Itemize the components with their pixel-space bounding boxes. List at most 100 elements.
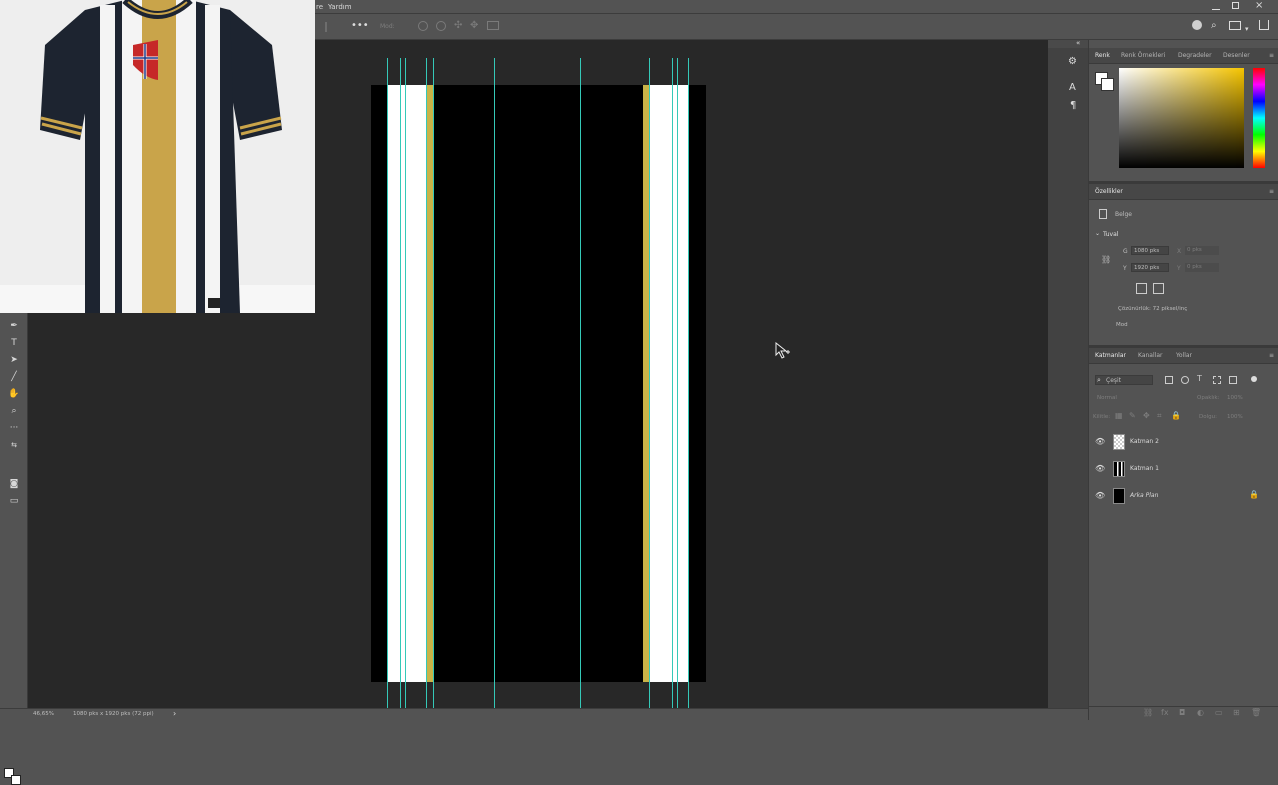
guide-line[interactable] [426, 58, 427, 708]
panel-menu-icon[interactable]: ≡ [1269, 52, 1274, 59]
menu-item-edit[interactable]: re [316, 3, 323, 11]
pen-icon[interactable]: ✒ [6, 319, 22, 333]
guide-line[interactable] [580, 58, 581, 708]
filter-smart-object-icon[interactable] [1229, 376, 1237, 384]
layer-row[interactable]: 👁 Katman 2 [1089, 432, 1278, 452]
guide-line[interactable] [433, 58, 434, 708]
document-canvas[interactable] [371, 85, 706, 682]
filter-toggle[interactable] [1251, 376, 1257, 382]
line-icon[interactable]: ╱ [6, 370, 22, 384]
canvas-height-field[interactable]: 1920 pks [1131, 263, 1169, 272]
canvas-y-field[interactable]: 0 pks [1185, 263, 1219, 272]
dock-header[interactable] [1048, 40, 1088, 48]
guide-line[interactable] [677, 58, 678, 708]
character-icon[interactable]: A [1069, 82, 1076, 93]
export-icon[interactable] [1259, 20, 1269, 30]
lock-transparent-icon[interactable]: ▦ [1115, 411, 1123, 420]
eye-icon[interactable]: 👁 [1095, 465, 1105, 473]
panel-menu-icon[interactable]: ≡ [1269, 352, 1274, 359]
panel-menu-icon[interactable]: ≡ [1269, 188, 1274, 195]
slide-3d-icon[interactable]: ✥ [470, 20, 478, 31]
filter-pixel-icon[interactable] [1165, 376, 1173, 384]
tab-swatches[interactable]: Renk Örnekleri [1121, 52, 1165, 59]
drag-3d-icon[interactable]: ✣ [454, 20, 462, 31]
tab-channels[interactable]: Kanallar [1138, 352, 1162, 359]
guide-line[interactable] [400, 58, 401, 708]
landscape-orientation-icon[interactable] [1153, 283, 1164, 294]
lock-image-icon[interactable]: ✎ [1129, 411, 1136, 420]
layer-row[interactable]: 👁 Katman 1 [1089, 459, 1278, 479]
tab-paths[interactable]: Yollar [1176, 352, 1192, 359]
background-color[interactable] [1101, 78, 1114, 91]
scale-3d-icon[interactable] [487, 21, 499, 30]
guide-line[interactable] [688, 58, 689, 708]
layer-row[interactable]: 👁 Arka Plan 🔒 [1089, 486, 1278, 506]
tab-patterns[interactable]: Desenler [1223, 52, 1250, 59]
guide-line[interactable] [387, 58, 388, 708]
tab-layers[interactable]: Katmanlar [1095, 352, 1126, 359]
zoom-level[interactable]: 46,65% [33, 711, 54, 717]
link-layers-icon[interactable]: ⛓ [1143, 708, 1153, 717]
canvas-x-field[interactable]: 0 pks [1185, 246, 1219, 255]
filter-shape-icon[interactable] [1213, 376, 1221, 384]
status-menu-arrow[interactable]: › [173, 709, 176, 718]
filter-adjustment-icon[interactable] [1181, 376, 1189, 384]
layer-name[interactable]: Katman 1 [1130, 465, 1159, 472]
path-select-icon[interactable]: ➤ [6, 353, 22, 367]
hand-icon[interactable]: ✋ [6, 387, 22, 401]
hue-slider[interactable] [1253, 68, 1265, 168]
background-color-swatch[interactable] [11, 775, 21, 785]
rotate-3d-icon[interactable] [418, 21, 428, 31]
chevron-down-icon[interactable]: ▾ [1245, 25, 1249, 33]
collapse-arrows-icon[interactable]: « [1076, 39, 1080, 47]
canvas-width-field[interactable]: 1080 pks [1131, 246, 1169, 255]
blend-mode-select[interactable]: Normal [1097, 395, 1117, 401]
search-icon[interactable]: ⌕ [1211, 20, 1217, 31]
fill-value[interactable]: 100% [1227, 414, 1243, 420]
lock-all-icon[interactable]: 🔒 [1171, 411, 1181, 420]
tab-properties[interactable]: Özellikler [1095, 188, 1123, 195]
zoom-icon[interactable]: ⌕ [6, 404, 22, 418]
menu-item-help[interactable]: Yardım [328, 3, 352, 11]
quick-mask-icon[interactable]: ◙ [6, 477, 22, 491]
link-icon[interactable]: ⛓ [1101, 255, 1111, 264]
eye-icon[interactable]: 👁 [1095, 492, 1105, 500]
screen-mode-icon[interactable]: ▭ [6, 494, 22, 508]
restore-button[interactable] [1232, 2, 1239, 9]
workspace-icon[interactable] [1229, 21, 1241, 30]
guide-line[interactable] [405, 58, 406, 708]
tab-color[interactable]: Renk [1095, 52, 1110, 59]
layer-name[interactable]: Katman 2 [1130, 438, 1159, 445]
type-icon[interactable]: T [6, 336, 22, 350]
minimize-button[interactable] [1212, 2, 1220, 10]
brush-settings-icon[interactable]: ⚙ [1068, 56, 1077, 67]
delete-layer-icon[interactable]: 🗑 [1251, 708, 1261, 717]
new-layer-icon[interactable]: ⊞ [1233, 708, 1240, 717]
guide-line[interactable] [672, 58, 673, 708]
lock-artboard-icon[interactable]: ⌗ [1157, 411, 1162, 421]
swap-colors-icon[interactable]: ⇆ [6, 438, 22, 452]
lock-position-icon[interactable]: ✥ [1143, 411, 1150, 420]
guide-line[interactable] [494, 58, 495, 708]
new-group-icon[interactable]: ▭ [1215, 708, 1223, 717]
tab-gradients[interactable]: Degradeler [1178, 52, 1212, 59]
close-button[interactable]: × [1255, 0, 1263, 11]
portrait-orientation-icon[interactable] [1136, 283, 1147, 294]
chevron-down-icon[interactable]: ⌄ [1095, 230, 1100, 237]
adjustment-layer-icon[interactable]: ◐ [1197, 708, 1204, 717]
canvas-section-title[interactable]: Tuval [1103, 231, 1118, 238]
filter-type-icon[interactable]: T [1197, 374, 1202, 383]
roll-3d-icon[interactable] [436, 21, 446, 31]
paragraph-icon[interactable]: ¶ [1070, 100, 1076, 111]
share-icon[interactable] [1192, 20, 1202, 30]
eye-icon[interactable]: 👁 [1095, 438, 1105, 446]
layer-mask-icon[interactable]: ◘ [1179, 708, 1185, 717]
guide-line[interactable] [649, 58, 650, 708]
color-picker-field[interactable] [1119, 68, 1244, 168]
layer-name[interactable]: Arka Plan [1130, 492, 1158, 499]
opacity-value[interactable]: 100% [1227, 395, 1243, 401]
more-icon[interactable]: ··· [6, 421, 22, 435]
layer-style-icon[interactable]: fx [1161, 708, 1169, 717]
layer-filter-select[interactable]: ⌕ Çeşit [1095, 375, 1153, 385]
more-options-icon[interactable]: ••• [351, 20, 369, 31]
